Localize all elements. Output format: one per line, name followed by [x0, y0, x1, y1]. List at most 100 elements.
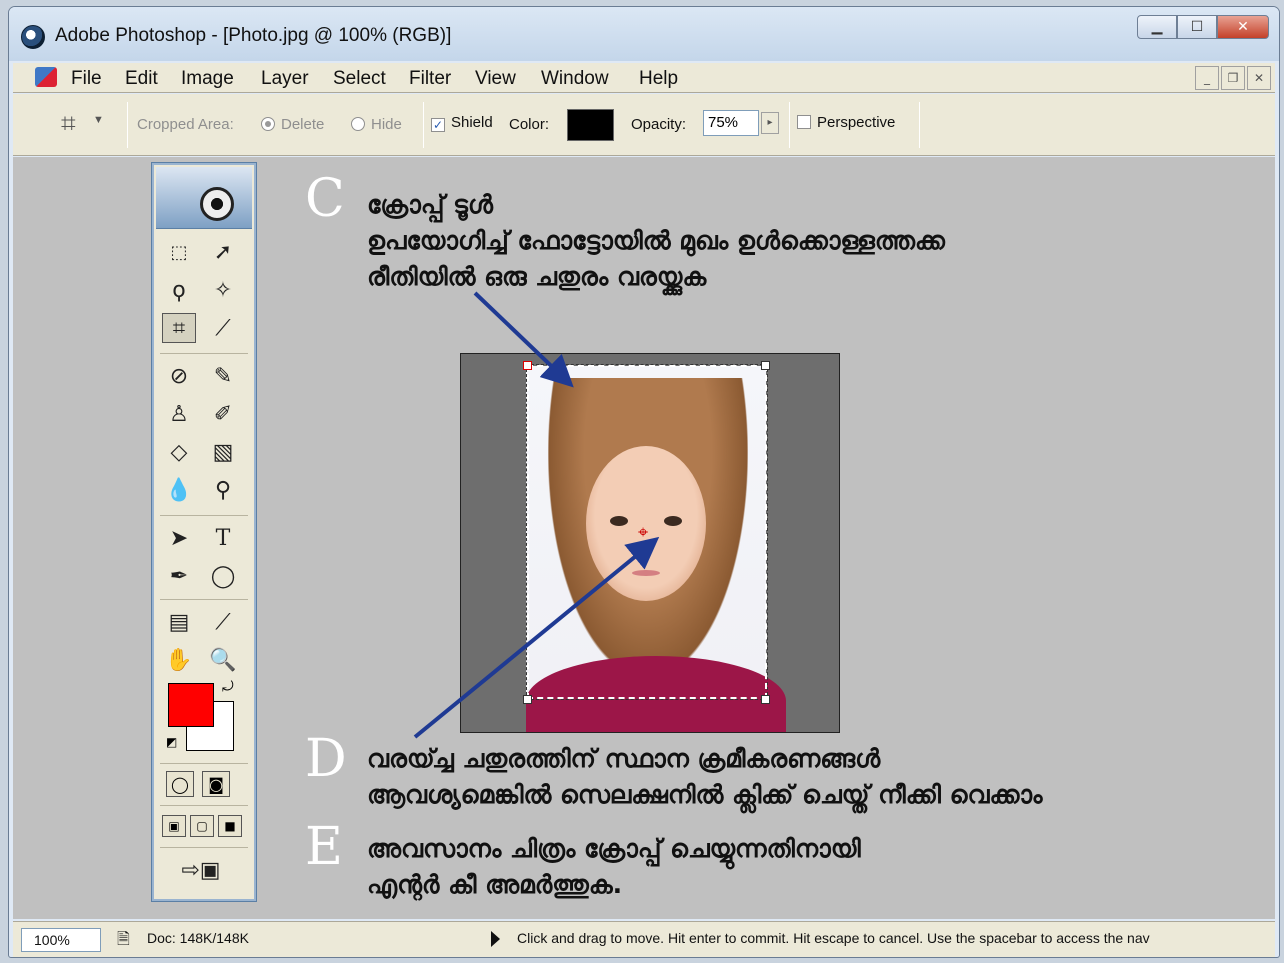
crop-handle-top-right[interactable] — [761, 361, 770, 370]
opacity-label: Opacity: — [631, 116, 687, 133]
clone-stamp-tool[interactable]: ♙ — [162, 399, 196, 429]
adobe-eye-logo-icon — [200, 187, 234, 221]
hide-label: Hide — [371, 116, 402, 133]
gradient-tool[interactable]: ▧ — [206, 437, 240, 467]
close-button[interactable]: ✕ — [1217, 15, 1269, 39]
minimize-icon: _ — [1204, 71, 1210, 85]
path-selection-tool[interactable]: ➤ — [162, 523, 196, 553]
magic-wand-tool[interactable]: ✧ — [206, 275, 240, 305]
doc-restore-button[interactable]: ❐ — [1221, 66, 1245, 90]
doc-size[interactable]: Doc: 148K/148K — [147, 930, 249, 946]
crop-tool-preset-icon[interactable]: ⌗ — [61, 108, 76, 140]
quick-mask-button[interactable]: ◙ — [202, 771, 230, 797]
eyedropper-tool[interactable]: ⟋ — [206, 607, 240, 637]
hide-radio[interactable]: Hide — [351, 116, 402, 133]
notes-tool[interactable]: ▤ — [162, 607, 196, 637]
brush-tool[interactable]: ✎ — [206, 361, 240, 391]
menu-layer[interactable]: Layer — [261, 68, 309, 90]
doc-close-button[interactable]: ✕ — [1247, 66, 1271, 90]
foreground-color-swatch[interactable] — [168, 683, 214, 727]
brush-icon: ✎ — [213, 363, 233, 389]
marquee-tool[interactable]: ⬚ — [162, 237, 196, 267]
menu-select[interactable]: Select — [333, 68, 386, 90]
close-icon: ✕ — [1237, 19, 1249, 35]
screen-mode-icon: ▢ — [196, 819, 208, 833]
hand-icon: ✋ — [165, 647, 193, 673]
pen-tool[interactable]: ✒ — [162, 561, 196, 591]
screen-mode-standard-button[interactable]: ▣ — [162, 815, 186, 837]
hand-tool[interactable]: ✋ — [162, 645, 196, 675]
crop-handle-bottom-right[interactable] — [761, 695, 770, 704]
step-c-line3: രീതിയിൽ ഒരു ചതുരം വരയ്ക്കുക — [367, 262, 707, 291]
image-canvas[interactable]: ⌖ — [460, 353, 840, 733]
arrow-pointer-icon: ➤ — [169, 525, 189, 551]
opacity-input[interactable]: 75% — [703, 110, 759, 136]
bandage-icon: ⊘ — [169, 363, 189, 389]
workspace[interactable]: ⬚ ➚ ϙ ✧ ⌗ ⟋ ⊘ ✎ ♙ ✐ ◇ ▧ 💧 ⚲ ➤ T ✒ ◯ ▤ ⟋ … — [13, 157, 1275, 919]
move-tool[interactable]: ➚ — [206, 237, 240, 267]
zoom-tool[interactable]: 🔍 — [206, 645, 240, 675]
close-icon: ✕ — [1253, 71, 1265, 85]
maximize-button[interactable]: ☐ — [1177, 15, 1217, 39]
eraser-icon: ◇ — [170, 439, 188, 465]
minimize-button[interactable]: ▁ — [1137, 15, 1177, 39]
jump-to-imageready-button[interactable]: ⇨▣ — [166, 855, 236, 885]
eraser-tool[interactable]: ◇ — [162, 437, 196, 467]
document-menu-icon[interactable] — [35, 67, 57, 87]
dodge-icon: ⚲ — [214, 477, 232, 503]
menu-help[interactable]: Help — [639, 68, 678, 90]
slice-tool[interactable]: ⟋ — [206, 313, 240, 343]
crop-handle-bottom-left[interactable] — [523, 695, 532, 704]
chevron-down-icon[interactable]: ▼ — [93, 114, 104, 126]
screen-mode-full-menu-button[interactable]: ▢ — [190, 815, 214, 837]
step-e-letter: E — [305, 817, 343, 877]
shield-checkbox[interactable]: ✓ Shield — [431, 114, 493, 132]
toolbox-header[interactable] — [156, 167, 252, 229]
perspective-label: Perspective — [817, 114, 896, 131]
radio-icon — [261, 117, 275, 131]
menu-edit[interactable]: Edit — [125, 68, 158, 90]
restore-icon: ❐ — [1227, 71, 1239, 85]
type-tool[interactable]: T — [206, 523, 240, 553]
quick-mask-icon: ◙ — [208, 774, 224, 794]
screen-mode-full-button[interactable]: ■ — [218, 815, 242, 837]
healing-brush-tool[interactable]: ⊘ — [162, 361, 196, 391]
magnifier-icon: 🔍 — [209, 647, 237, 673]
perspective-checkbox[interactable]: Perspective — [797, 114, 895, 131]
menu-filter[interactable]: Filter — [409, 68, 451, 90]
blur-tool[interactable]: 💧 — [162, 475, 196, 505]
standard-mode-button[interactable]: ◯ — [166, 771, 194, 797]
gradient-icon: ▧ — [212, 439, 234, 465]
radio-icon — [351, 117, 365, 131]
drop-icon: 💧 — [165, 477, 193, 503]
shield-label: Shield — [451, 114, 493, 131]
crop-handle-top-left[interactable] — [523, 361, 532, 370]
step-d-line2: ആവശ്യമെങ്കിൽ സെലക്ഷനിൽ ക്ലിക്ക് ചെയ്ത് ന… — [367, 780, 1043, 809]
crop-icon: ⌗ — [172, 315, 186, 341]
zoom-field[interactable]: 100% — [21, 928, 101, 952]
menu-view[interactable]: View — [475, 68, 516, 90]
default-colors-icon[interactable]: ◩ — [166, 735, 177, 749]
notes-icon: ▤ — [168, 609, 190, 635]
window-title: Adobe Photoshop - [Photo.jpg @ 100% (RGB… — [55, 25, 452, 46]
title-bar[interactable]: Adobe Photoshop - [Photo.jpg @ 100% (RGB… — [9, 7, 1279, 61]
doc-minimize-button[interactable]: _ — [1195, 66, 1219, 90]
crop-tool[interactable]: ⌗ — [162, 313, 196, 343]
menu-window[interactable]: Window — [541, 68, 609, 90]
screen-mode-icon: ▣ — [168, 819, 180, 833]
dodge-tool[interactable]: ⚲ — [206, 475, 240, 505]
history-brush-tool[interactable]: ✐ — [206, 399, 240, 429]
shield-color-swatch[interactable] — [567, 109, 614, 141]
status-bar: 100% 🗎 Doc: 148K/148K Click and drag to … — [13, 921, 1275, 957]
imageready-icon: ⇨▣ — [181, 857, 221, 883]
swap-colors-icon[interactable]: ⤾ — [222, 679, 234, 695]
play-icon[interactable] — [491, 931, 500, 947]
color-label: Color: — [509, 116, 550, 133]
menu-file[interactable]: File — [71, 68, 102, 90]
lasso-tool[interactable]: ϙ — [162, 275, 196, 305]
ellipse-tool[interactable]: ◯ — [206, 561, 240, 591]
opacity-slider-button[interactable]: ▸ — [761, 112, 779, 134]
menu-image[interactable]: Image — [181, 68, 234, 90]
delete-radio[interactable]: Delete — [261, 116, 324, 133]
eyedropper-icon: ⟋ — [215, 609, 231, 635]
